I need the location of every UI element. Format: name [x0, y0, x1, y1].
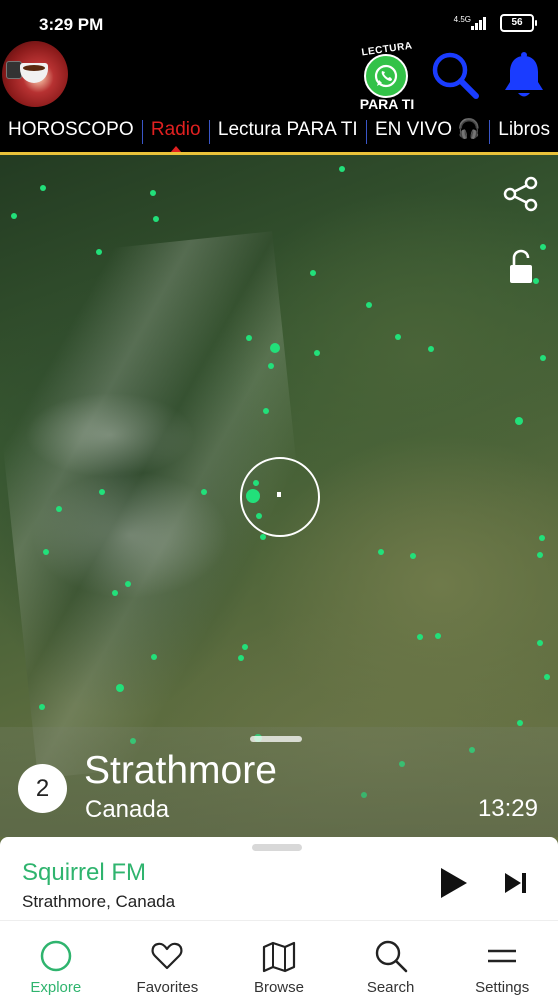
- nav-favorites-label: Favorites: [136, 979, 199, 996]
- tab-radio-label: Radio: [150, 119, 201, 140]
- skip-next-icon[interactable]: [502, 870, 530, 896]
- country-name: Canada: [85, 796, 170, 823]
- nav-favorites[interactable]: Favorites: [112, 921, 224, 1001]
- radio-station-dot[interactable]: [539, 535, 545, 541]
- radio-station-dot[interactable]: [517, 720, 523, 726]
- radio-station-dot[interactable]: [238, 655, 244, 661]
- radio-station-dot[interactable]: [150, 190, 156, 196]
- nav-search-label: Search: [366, 979, 415, 996]
- radio-station-dot[interactable]: [314, 350, 320, 356]
- nav-explore-label: Explore: [30, 979, 82, 996]
- radio-station-dot[interactable]: [435, 633, 441, 639]
- nav-explore[interactable]: Explore: [0, 921, 112, 1001]
- radio-station-dot[interactable]: [99, 489, 105, 495]
- unlock-icon[interactable]: [508, 249, 534, 285]
- nav-browse-label: Browse: [253, 979, 304, 996]
- radio-station-dot[interactable]: [253, 480, 259, 486]
- radio-station-dot[interactable]: [537, 640, 543, 646]
- battery-icon: 56: [500, 14, 537, 32]
- city-name: Strathmore: [84, 749, 277, 792]
- play-icon[interactable]: [436, 865, 470, 901]
- radio-station-dot[interactable]: [11, 213, 17, 219]
- radio-station-dot[interactable]: [112, 590, 118, 596]
- search-icon[interactable]: [430, 50, 482, 102]
- tab-libros[interactable]: Libros: [490, 112, 558, 152]
- radio-station-dot[interactable]: [533, 278, 539, 284]
- radio-station-dot[interactable]: [242, 644, 248, 650]
- radio-station-dot[interactable]: [395, 334, 401, 340]
- radio-station-dot[interactable]: [116, 684, 124, 692]
- drag-handle[interactable]: [250, 736, 302, 742]
- promo-bottom-label: PARA TI: [359, 96, 415, 112]
- radio-station-dot[interactable]: [96, 249, 102, 255]
- local-time: 13:29: [477, 795, 538, 822]
- app-header: LECTURA PARA TI: [0, 40, 558, 112]
- radio-station-dot[interactable]: [260, 534, 266, 540]
- share-icon[interactable]: [502, 175, 540, 213]
- radio-station-dot[interactable]: [151, 654, 157, 660]
- tab-en-vivo[interactable]: EN VIVO 🎧: [367, 112, 489, 152]
- map-icon: [262, 939, 296, 973]
- radio-station-dot[interactable]: [263, 408, 269, 414]
- explore-icon: [39, 939, 73, 973]
- radio-station-dot[interactable]: [537, 552, 543, 558]
- radio-station-dot[interactable]: [366, 302, 372, 308]
- radio-station-dot[interactable]: [515, 417, 523, 425]
- tab-lectura-para-ti[interactable]: Lectura PARA TI: [210, 112, 366, 152]
- tab-horoscopo[interactable]: HOROSCOPO: [0, 112, 142, 152]
- radio-station-dot[interactable]: [410, 553, 416, 559]
- bell-icon[interactable]: [500, 50, 548, 102]
- radio-station-dot[interactable]: [125, 581, 131, 587]
- coffee-cup-image: [20, 63, 48, 83]
- status-time: 3:29 PM: [39, 15, 104, 34]
- bottom-navigation: Explore Favorites Browse Search Settings: [0, 920, 558, 1001]
- radio-station-dot[interactable]: [428, 346, 434, 352]
- station-name: Squirrel FM: [22, 859, 147, 886]
- radio-station-dot[interactable]: [270, 343, 280, 353]
- radio-station-dot[interactable]: [246, 489, 260, 503]
- radio-station-dot[interactable]: [56, 506, 62, 512]
- radio-station-dot[interactable]: [540, 244, 546, 250]
- player-drag-handle[interactable]: [252, 844, 302, 851]
- selected-location-marker: [277, 492, 281, 497]
- radio-station-dot[interactable]: [40, 185, 46, 191]
- location-info-panel[interactable]: 2 Strathmore Canada 13:29: [0, 727, 558, 837]
- radio-station-dot[interactable]: [540, 355, 546, 361]
- whatsapp-icon: [364, 54, 408, 98]
- station-location: Strathmore, Canada: [22, 892, 176, 911]
- nav-settings-label: Settings: [475, 979, 530, 996]
- radio-station-dot[interactable]: [378, 549, 384, 555]
- menu-icon: [485, 939, 519, 973]
- whatsapp-lectura-button[interactable]: LECTURA PARA TI: [352, 40, 422, 112]
- network-type: 4.5G: [453, 15, 471, 24]
- radio-station-dot[interactable]: [268, 363, 274, 369]
- radio-station-dot[interactable]: [339, 166, 345, 172]
- radio-station-dot[interactable]: [43, 549, 49, 555]
- app-logo-avatar[interactable]: [2, 41, 68, 107]
- radio-station-dot[interactable]: [201, 489, 207, 495]
- radio-station-dot[interactable]: [246, 335, 252, 341]
- radio-station-dot[interactable]: [417, 634, 423, 640]
- tab-radio[interactable]: Radio: [143, 112, 209, 153]
- radio-station-dot[interactable]: [310, 270, 316, 276]
- radio-station-dot[interactable]: [39, 704, 45, 710]
- battery-level: 56: [511, 17, 523, 28]
- radio-station-dot[interactable]: [256, 513, 262, 519]
- radio-station-dot[interactable]: [153, 216, 159, 222]
- nav-browse[interactable]: Browse: [223, 921, 335, 1001]
- category-tabs: HOROSCOPO Radio Lectura PARA TI EN VIVO …: [0, 112, 558, 153]
- signal-icon: [471, 16, 486, 30]
- mini-player[interactable]: Squirrel FM Strathmore, Canada: [0, 837, 558, 920]
- search-icon: [374, 939, 408, 973]
- heart-icon: [150, 939, 184, 973]
- location-rank-badge: 2: [18, 764, 67, 813]
- status-indicators: 56: [471, 14, 537, 32]
- nav-settings[interactable]: Settings: [446, 921, 558, 1001]
- nav-search[interactable]: Search: [335, 921, 447, 1001]
- radio-station-dot[interactable]: [544, 674, 550, 680]
